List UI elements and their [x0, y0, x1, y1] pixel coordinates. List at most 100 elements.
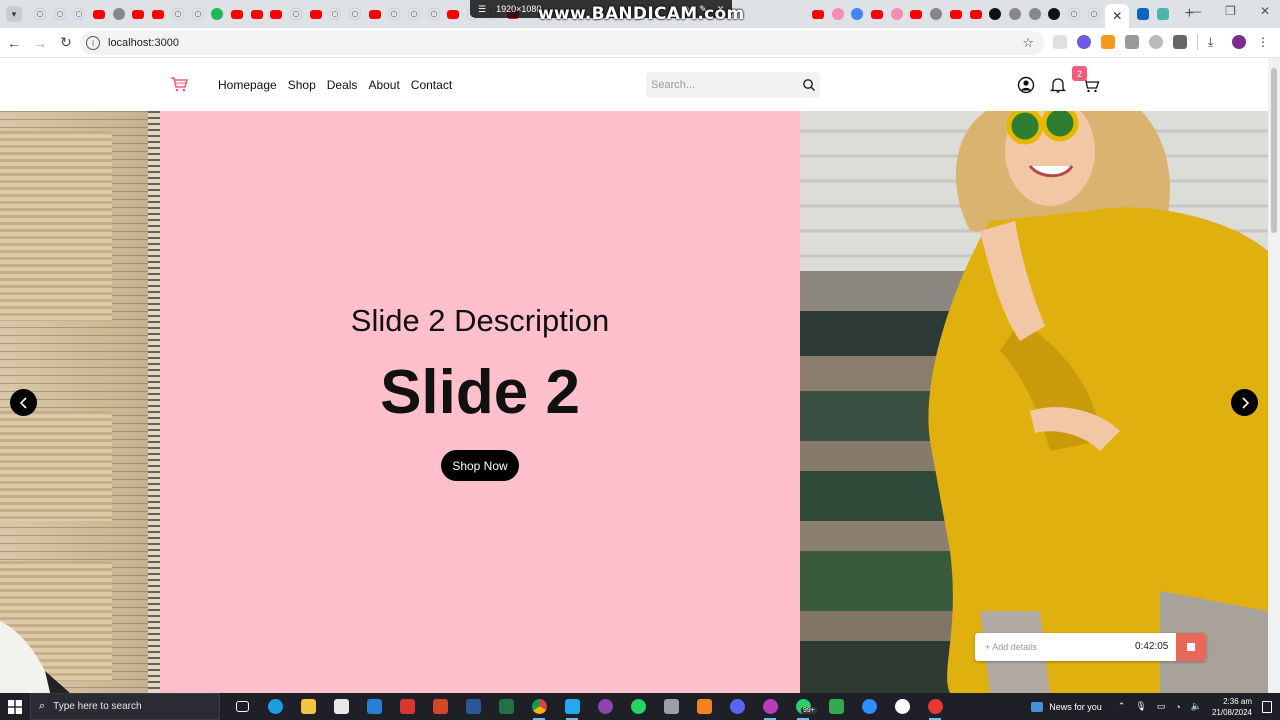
download-icon[interactable]: ⤓	[1208, 35, 1222, 49]
minimize-icon[interactable]: —	[1189, 4, 1201, 18]
taskbar-search-box[interactable]: ⌕ Type here to search	[30, 693, 220, 720]
nav-link-contact[interactable]: Contact	[411, 78, 452, 92]
youtube-tab-icon[interactable]	[249, 6, 265, 22]
browser-menu-icon[interactable]: ⋮	[1256, 35, 1270, 49]
store-icon[interactable]	[331, 698, 351, 716]
vscode-icon[interactable]	[562, 698, 582, 720]
github-desktop-icon[interactable]	[595, 698, 615, 716]
microphone-icon[interactable]: 🎙	[1135, 701, 1146, 712]
wifi-icon[interactable]: ◔	[1175, 702, 1180, 712]
edge-icon[interactable]	[265, 698, 285, 716]
github-tab-icon[interactable]	[1066, 6, 1082, 22]
excel-icon[interactable]	[496, 698, 516, 716]
youtube-tab-icon[interactable]	[229, 6, 245, 22]
address-bar[interactable]: i localhost:3000 ☆	[80, 31, 1044, 55]
app-icon[interactable]	[661, 698, 681, 716]
tab-icon[interactable]	[1155, 6, 1171, 22]
app-icon[interactable]	[760, 698, 780, 720]
maps-icon[interactable]	[826, 698, 846, 716]
page-scrollbar[interactable]	[1268, 58, 1280, 693]
youtube-tab-icon[interactable]	[948, 6, 964, 22]
url-text[interactable]: localhost:3000	[108, 37, 179, 49]
battery-icon[interactable]: ▭	[1157, 701, 1166, 712]
news-widget-label[interactable]: News for you	[1049, 702, 1102, 712]
nav-link-about[interactable]: About	[368, 78, 399, 92]
next-slide-button[interactable]	[1231, 389, 1258, 416]
github-tab-icon[interactable]	[347, 6, 363, 22]
youtube-tab-icon[interactable]	[810, 6, 826, 22]
back-icon[interactable]: ←	[2, 31, 26, 55]
stop-recording-button[interactable]	[1176, 633, 1206, 661]
tab-icon[interactable]	[1046, 6, 1062, 22]
extensions-puzzle-icon[interactable]	[1173, 35, 1187, 49]
search-icon[interactable]	[802, 78, 816, 92]
word-icon[interactable]	[463, 698, 483, 716]
tab-icon[interactable]	[209, 6, 225, 22]
tab-icon[interactable]	[987, 6, 1003, 22]
github-tab-icon[interactable]	[1086, 6, 1102, 22]
acrobat-icon[interactable]	[397, 698, 417, 716]
app-icon[interactable]	[892, 698, 912, 716]
github-tab-icon[interactable]	[426, 6, 442, 22]
extension-icon[interactable]	[1149, 35, 1163, 49]
youtube-tab-icon[interactable]	[968, 6, 984, 22]
scrollbar-thumb[interactable]	[1271, 68, 1277, 233]
nav-link-deals[interactable]: Deals	[327, 78, 358, 92]
tab-icon[interactable]	[111, 6, 127, 22]
github-tab-icon[interactable]	[288, 6, 304, 22]
tab-search-button[interactable]: ▾	[6, 6, 22, 22]
github-tab-icon[interactable]	[327, 6, 343, 22]
mail-icon[interactable]	[364, 698, 384, 716]
github-tab-icon[interactable]	[386, 6, 402, 22]
bandicam-icon[interactable]	[925, 698, 945, 720]
restore-icon[interactable]: ❐	[1225, 4, 1236, 18]
github-tab-icon[interactable]	[190, 6, 206, 22]
github-tab-icon[interactable]	[52, 6, 68, 22]
youtube-tab-icon[interactable]	[869, 6, 885, 22]
extension-icon[interactable]	[1053, 35, 1067, 49]
chrome-icon[interactable]	[529, 698, 549, 720]
tab-icon[interactable]	[889, 6, 905, 22]
tab-icon[interactable]	[1007, 6, 1023, 22]
vlc-icon[interactable]	[694, 698, 714, 716]
notification-bell-icon[interactable]	[1049, 76, 1067, 94]
youtube-tab-icon[interactable]	[150, 6, 166, 22]
github-tab-icon[interactable]	[170, 6, 186, 22]
youtube-tab-icon[interactable]	[445, 6, 461, 22]
github-tab-icon[interactable]	[71, 6, 87, 22]
cart-logo-icon[interactable]	[170, 76, 188, 92]
tab-icon[interactable]	[928, 6, 944, 22]
nav-link-homepage[interactable]: Homepage	[218, 78, 277, 92]
tab-icon[interactable]	[1027, 6, 1043, 22]
bookmark-star-icon[interactable]: ☆	[1022, 35, 1034, 51]
add-details-field[interactable]: + Add details	[985, 642, 1037, 652]
close-window-icon[interactable]: ✕	[1260, 4, 1270, 18]
profile-icon[interactable]	[1017, 76, 1035, 94]
volume-icon[interactable]: 🔈	[1191, 701, 1202, 712]
tab-icon[interactable]	[849, 6, 865, 22]
news-widget-icon[interactable]	[1031, 701, 1044, 712]
menu-icon[interactable]: ☰	[478, 4, 486, 15]
youtube-tab-icon[interactable]	[308, 6, 324, 22]
notifications-icon[interactable]	[1262, 700, 1272, 713]
powerpoint-icon[interactable]	[430, 698, 450, 716]
whatsapp-icon[interactable]: 99+	[793, 698, 817, 720]
discord-icon[interactable]	[727, 698, 747, 716]
task-view-icon[interactable]	[232, 698, 252, 716]
youtube-tab-icon[interactable]	[130, 6, 146, 22]
github-tab-icon[interactable]	[32, 6, 48, 22]
site-info-icon[interactable]: i	[86, 36, 100, 50]
github-tab-icon[interactable]	[406, 6, 422, 22]
taskbar-clock[interactable]: 2:36 am 21/08/2024	[1212, 696, 1252, 718]
youtube-tab-icon[interactable]	[908, 6, 924, 22]
forward-icon[interactable]: →	[28, 31, 52, 55]
profile-avatar[interactable]	[1232, 35, 1246, 49]
extension-icon[interactable]	[1077, 35, 1091, 49]
search-input[interactable]	[646, 79, 796, 91]
chevron-up-icon[interactable]: ⌃	[1118, 701, 1126, 712]
start-button[interactable]	[0, 693, 30, 720]
file-explorer-icon[interactable]	[298, 698, 318, 716]
youtube-tab-icon[interactable]	[367, 6, 383, 22]
reload-icon[interactable]: ↻	[54, 31, 78, 55]
extension-icon[interactable]	[1101, 35, 1115, 49]
